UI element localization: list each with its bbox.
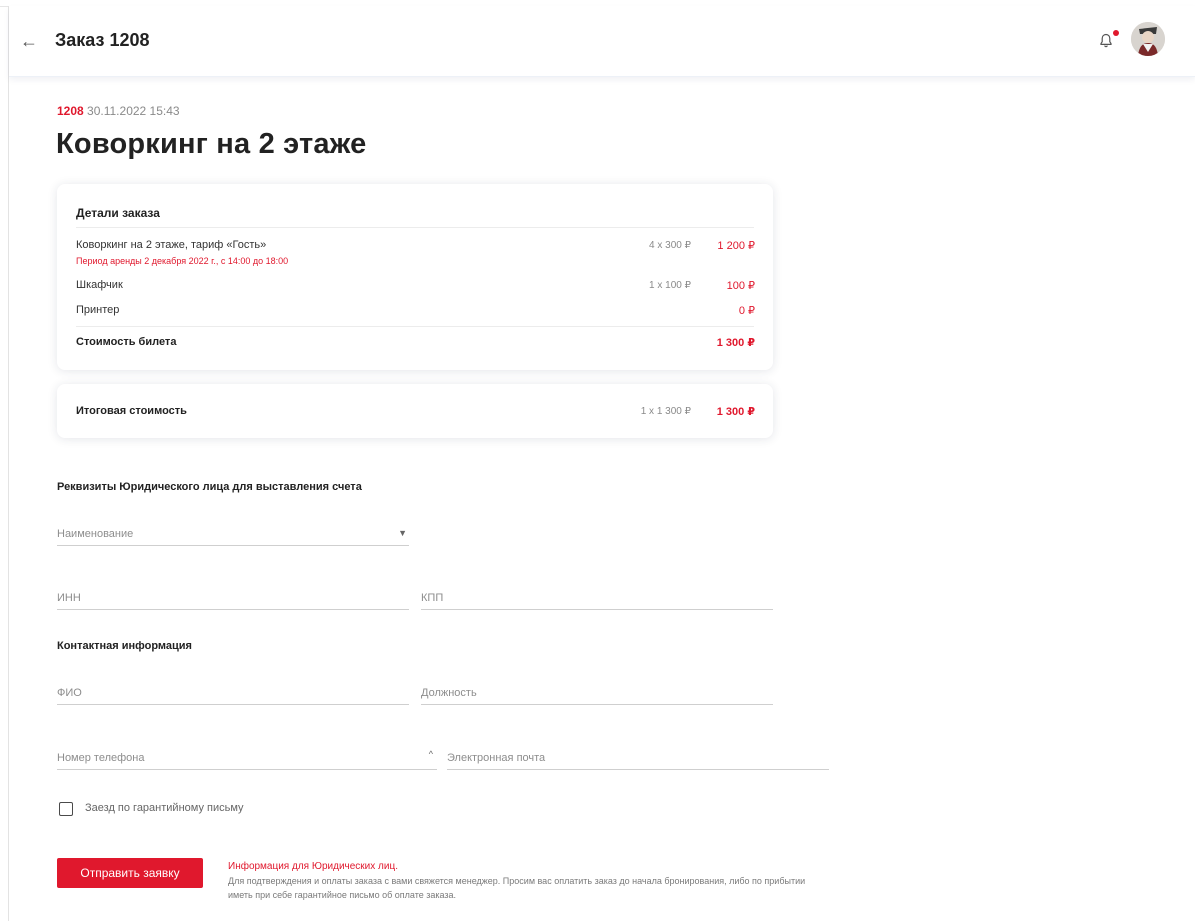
kpp-field[interactable] xyxy=(421,587,773,610)
company-name-input[interactable] xyxy=(57,523,409,545)
item-price: 100 ₽ xyxy=(726,280,755,292)
info-title: Информация для Юридических лиц. xyxy=(228,861,398,872)
notifications-button[interactable] xyxy=(1097,30,1119,52)
order-number: 1208 xyxy=(57,104,84,118)
app-header: ← Заказ 1208 xyxy=(9,6,1195,77)
total-qty: 1 x 1 300 ₽ xyxy=(640,406,691,417)
item-qty: 4 x 300 ₽ xyxy=(649,240,691,251)
item-label: Шкафчик xyxy=(76,279,123,291)
item-sub: Период аренды 2 декабря 2022 г., с 14:00… xyxy=(76,256,289,266)
order-details-title: Детали заказа xyxy=(76,206,160,220)
position-input[interactable] xyxy=(421,682,773,704)
inn-input[interactable] xyxy=(57,587,409,609)
order-details-card: Детали заказа Коворкинг на 2 этаже, тари… xyxy=(57,184,773,370)
divider xyxy=(76,227,754,228)
bell-icon xyxy=(1100,33,1112,48)
arrow-left-icon: ← xyxy=(20,31,38,51)
position-field[interactable] xyxy=(421,682,773,705)
email-input[interactable] xyxy=(447,747,829,769)
guarantee-checkbox[interactable] xyxy=(59,802,73,816)
page-title: Коворкинг на 2 этаже xyxy=(56,128,367,160)
ticket-cost-label: Стоимость билета xyxy=(76,336,177,348)
notification-dot xyxy=(1113,30,1119,36)
item-price: 0 ₽ xyxy=(738,305,755,317)
contact-section-title: Контактная информация xyxy=(57,640,192,652)
item-label: Коворкинг на 2 этаже, тариф «Гость» xyxy=(76,239,267,251)
info-text: Для подтверждения и оплаты заказа с вами… xyxy=(228,876,806,900)
email-field[interactable] xyxy=(447,747,829,770)
submit-request-button[interactable]: Отправить заявку xyxy=(57,858,203,888)
caret-down-icon: ▼ xyxy=(398,528,407,538)
legal-section-title: Реквизиты Юридического лица для выставле… xyxy=(57,481,362,493)
phone-input[interactable] xyxy=(57,747,437,769)
avatar-image xyxy=(1131,22,1165,56)
caret-up-icon: ^ xyxy=(428,749,433,759)
ticket-cost-value: 1 300 ₽ xyxy=(716,337,755,349)
total-card: Итоговая стоимость 1 x 1 300 ₽ 1 300 ₽ xyxy=(57,384,773,438)
header-title: Заказ 1208 xyxy=(55,30,150,50)
company-name-select[interactable]: ▼ xyxy=(57,523,409,546)
fio-input[interactable] xyxy=(57,682,409,704)
total-label: Итоговая стоимость xyxy=(76,405,187,417)
back-button[interactable]: ← xyxy=(18,30,40,52)
fio-field[interactable] xyxy=(57,682,409,705)
item-price: 1 200 ₽ xyxy=(717,240,755,252)
order-datetime: 30.11.2022 15:43 xyxy=(87,104,180,118)
user-avatar[interactable] xyxy=(1131,22,1165,56)
window-left-edge xyxy=(8,6,9,921)
kpp-input[interactable] xyxy=(421,587,773,609)
guarantee-label: Заезд по гарантийному письму xyxy=(85,802,244,814)
inn-field[interactable] xyxy=(57,587,409,610)
item-qty: 1 x 100 ₽ xyxy=(649,280,691,291)
item-label: Принтер xyxy=(76,304,120,316)
order-meta: 1208 30.11.2022 15:43 xyxy=(57,104,180,118)
phone-field[interactable]: ^ xyxy=(57,747,437,770)
divider xyxy=(76,326,754,327)
total-price: 1 300 ₽ xyxy=(716,406,755,418)
